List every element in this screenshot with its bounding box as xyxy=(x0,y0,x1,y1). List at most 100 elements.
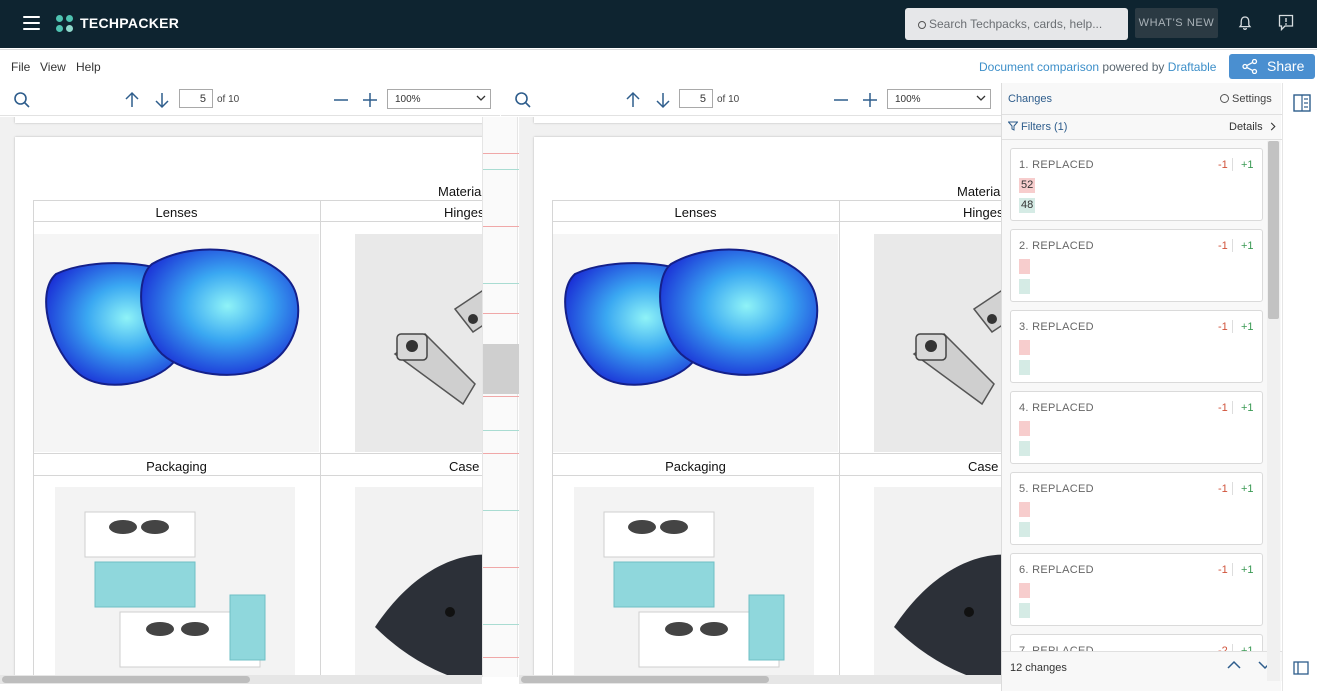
app-logo-text[interactable]: TECHPACKER xyxy=(80,15,179,31)
global-search-input[interactable]: Search Techpacks, cards, help... xyxy=(905,8,1128,40)
gutter-marker[interactable] xyxy=(483,567,519,568)
inserted-text xyxy=(1019,441,1030,456)
gutter-marker[interactable] xyxy=(483,430,519,431)
gutter-marker[interactable] xyxy=(483,153,519,154)
right-rail xyxy=(1282,83,1317,691)
arrow-up-icon[interactable] xyxy=(624,91,642,109)
menu-help[interactable]: Help xyxy=(76,60,101,74)
change-count-divider xyxy=(1232,320,1233,333)
menu-bar: File View Help Document comparison power… xyxy=(0,49,1317,83)
zoom-out-icon[interactable] xyxy=(332,91,350,109)
whats-new-button[interactable]: WHAT'S NEW xyxy=(1135,8,1218,38)
gutter-marker[interactable] xyxy=(483,510,519,511)
techpacker-logo-icon[interactable] xyxy=(56,15,73,32)
change-card[interactable]: 3. REPLACED -1 +1 xyxy=(1010,310,1263,383)
change-card[interactable]: 6. REPLACED -1 +1 xyxy=(1010,553,1263,626)
gutter-marker[interactable] xyxy=(483,657,519,658)
change-card[interactable]: 2. REPLACED -1 +1 xyxy=(1010,229,1263,302)
changes-footer: 12 changes xyxy=(1002,651,1282,681)
change-deletions-count: -1 xyxy=(1218,240,1228,252)
cell-title-lenses: Lenses xyxy=(552,200,839,222)
cell-title-case: Case xyxy=(839,454,1001,476)
change-list: 1. REPLACED -1 +1 52 48 2. REPLACED -1 +1 3. REP… xyxy=(1002,140,1268,651)
left-document-viewer[interactable]: Material Lenses Hinges Packaging Case xyxy=(0,117,482,677)
zoom-out-icon[interactable] xyxy=(832,91,850,109)
top-app-bar: TECHPACKER Search Techpacks, cards, help… xyxy=(0,0,1317,48)
case-image xyxy=(874,487,1001,677)
arrow-down-icon[interactable] xyxy=(153,91,171,109)
page-number-input[interactable]: 5 xyxy=(179,89,213,108)
change-label: 5. REPLACED xyxy=(1019,483,1094,495)
gutter-marker[interactable] xyxy=(483,624,519,625)
zoom-in-icon[interactable] xyxy=(361,91,379,109)
gutter-marker[interactable] xyxy=(483,396,519,397)
gutter-marker[interactable] xyxy=(483,453,519,454)
change-count-divider xyxy=(1232,239,1233,252)
page-number-input[interactable]: 5 xyxy=(679,89,713,108)
gutter-marker[interactable] xyxy=(483,169,519,170)
deleted-text xyxy=(1019,583,1030,598)
filters-button[interactable]: Filters (1) xyxy=(1007,121,1067,133)
chevron-right-icon xyxy=(1270,122,1276,131)
inserted-text: 48 xyxy=(1019,198,1036,213)
menu-file[interactable]: File xyxy=(11,60,30,74)
right-document-viewer[interactable]: Material Lenses Hinges Packaging Case xyxy=(519,117,1001,677)
change-gutter[interactable] xyxy=(482,117,519,677)
zoom-select[interactable]: 100% xyxy=(887,89,991,109)
change-card[interactable]: 4. REPLACED -1 +1 xyxy=(1010,391,1263,464)
change-deletions-count: -1 xyxy=(1218,483,1228,495)
changes-scrollbar[interactable] xyxy=(1267,141,1280,681)
change-card[interactable]: 5. REPLACED -1 +1 xyxy=(1010,472,1263,545)
draftable-link[interactable]: Draftable xyxy=(1168,60,1217,74)
lenses-image xyxy=(34,234,319,452)
deleted-text xyxy=(1019,340,1030,355)
change-label: 1. REPLACED xyxy=(1019,159,1094,171)
gutter-marker[interactable] xyxy=(483,283,519,284)
section-title: Material xyxy=(957,184,1001,199)
arrow-down-icon[interactable] xyxy=(654,91,672,109)
details-label: Details xyxy=(1229,121,1263,133)
search-icon[interactable] xyxy=(13,91,31,109)
gutter-marker[interactable] xyxy=(483,226,519,227)
change-count-divider xyxy=(1232,563,1233,576)
right-horizontal-scrollbar[interactable] xyxy=(519,675,1001,684)
powered-by-text: powered by xyxy=(1099,60,1168,74)
case-image xyxy=(355,487,482,677)
deleted-text xyxy=(1019,502,1030,517)
scrollbar-thumb[interactable] xyxy=(2,676,250,683)
cell-title-hinges: Hinges xyxy=(320,200,482,222)
chevron-down-icon xyxy=(476,95,486,101)
bell-icon[interactable] xyxy=(1237,15,1253,31)
zoom-select[interactable]: 100% xyxy=(387,89,491,109)
search-icon xyxy=(918,21,926,29)
previous-page xyxy=(534,117,1001,123)
scrollbar-thumb[interactable] xyxy=(521,676,769,683)
change-label: 3. REPLACED xyxy=(1019,321,1094,333)
search-icon[interactable] xyxy=(514,91,532,109)
change-card[interactable]: 1. REPLACED -1 +1 52 48 xyxy=(1010,148,1263,221)
panel-toggle-icon[interactable] xyxy=(1293,661,1309,675)
share-button[interactable]: Share xyxy=(1229,54,1315,79)
zoom-in-icon[interactable] xyxy=(861,91,879,109)
settings-button[interactable]: Settings xyxy=(1220,93,1272,105)
deleted-text xyxy=(1019,259,1030,274)
compare-document-icon[interactable] xyxy=(1293,94,1311,112)
left-horizontal-scrollbar[interactable] xyxy=(0,675,482,684)
cell-title-packaging: Packaging xyxy=(33,454,320,476)
details-button[interactable]: Details xyxy=(1229,121,1276,133)
gutter-viewport-indicator[interactable] xyxy=(483,344,519,394)
gutter-marker[interactable] xyxy=(483,313,519,314)
left-viewer-toolbar: 5 of 10 100% xyxy=(0,83,500,116)
menu-view[interactable]: View xyxy=(40,60,66,74)
arrow-up-icon[interactable] xyxy=(123,91,141,109)
change-label: 6. REPLACED xyxy=(1019,564,1094,576)
menu-icon[interactable] xyxy=(23,16,40,30)
change-card[interactable]: 7. REPLACED -2 +1 xyxy=(1010,634,1263,651)
document-comparison-link[interactable]: Document comparison xyxy=(979,60,1099,74)
changes-title: Changes xyxy=(1008,93,1053,105)
scrollbar-thumb[interactable] xyxy=(1268,141,1279,319)
chevron-up-icon[interactable] xyxy=(1227,660,1241,670)
feedback-icon[interactable] xyxy=(1278,14,1294,32)
change-deletions-count: -1 xyxy=(1218,402,1228,414)
change-insertions-count: +1 xyxy=(1241,402,1254,414)
